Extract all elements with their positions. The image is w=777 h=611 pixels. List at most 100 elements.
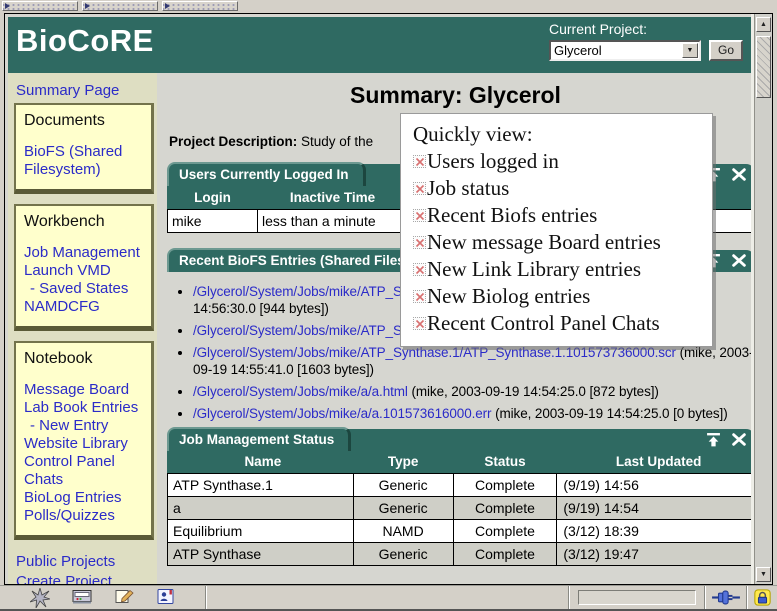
job-updated-cell: (3/12) 18:39 — [557, 520, 754, 543]
project-select[interactable]: Glycerol ▼ — [549, 40, 701, 61]
sidebar-item-polls-quizzes[interactable]: Polls/Quizzes — [24, 507, 147, 525]
addressbook-icon[interactable] — [156, 588, 176, 608]
quickly-view-popup: Quickly view: Users logged in Job status… — [400, 113, 713, 347]
notebook-heading: Notebook — [24, 350, 147, 368]
page-title: Summary: Glycerol — [157, 82, 754, 109]
scroll-up-arrow-icon[interactable]: ▲ — [756, 17, 771, 32]
sidebar-item-public-projects[interactable]: Public Projects — [16, 552, 157, 572]
security-lock-icon[interactable] — [748, 589, 777, 606]
sidebar-item-lab-book-entries[interactable]: Lab Book Entries — [24, 399, 147, 417]
jobs-col-name: Name — [168, 451, 354, 474]
sidebar-item-website-library[interactable]: Website Library — [24, 435, 147, 453]
biofs-file-link[interactable]: /Glycerol/System/Jobs/mike/a/a.html — [193, 384, 408, 399]
popup-item-label: New Link Library entries — [427, 256, 641, 283]
popup-item-recent-control-panel-chats: Recent Control Panel Chats — [413, 310, 704, 337]
go-button[interactable]: Go — [709, 40, 743, 61]
job-status-cell: Complete — [453, 543, 557, 566]
jobs-col-status: Status — [453, 451, 557, 474]
close-panel-icon[interactable] — [732, 168, 746, 187]
job-type-cell: NAMD — [353, 520, 453, 543]
scrollbar-thumb[interactable] — [756, 36, 771, 98]
project-description-text: Study of the — [297, 134, 373, 149]
job-name-cell: a — [168, 497, 354, 520]
sidebar-item-launch-vmd[interactable]: Launch VMD — [24, 262, 147, 280]
checkbox-checked-icon[interactable] — [413, 182, 426, 195]
sidebar-item-control-panel-chats[interactable]: Control Panel Chats — [24, 453, 147, 489]
job-status-cell: Complete — [453, 520, 557, 543]
composer-icon[interactable] — [114, 588, 134, 608]
checkbox-checked-icon[interactable] — [413, 155, 426, 168]
component-bar — [0, 588, 205, 608]
sidebar-item-create-project[interactable]: Create Project — [16, 572, 157, 584]
users-panel-title: Users Currently Logged In — [167, 162, 366, 186]
expand-arrow-icon — [165, 3, 170, 9]
sidebar-item-summary-page[interactable]: Summary Page — [16, 82, 119, 99]
sidebar-item-biofs[interactable]: BioFS (Shared Filesystem) — [24, 143, 147, 179]
workbench-heading: Workbench — [24, 213, 147, 231]
job-name-cell: ATP Synthase — [168, 543, 354, 566]
jobs-panel-title: Job Management Status — [167, 427, 351, 451]
jobs-col-updated: Last Updated — [557, 451, 754, 474]
online-plug-icon[interactable] — [706, 590, 746, 605]
toolbar-grippy[interactable] — [2, 1, 78, 11]
sidebar-item-new-entry[interactable]: - New Entry — [24, 417, 147, 435]
popup-item-recent-biofs: Recent Biofs entries — [413, 202, 704, 229]
documents-heading: Documents — [24, 112, 147, 130]
app-title: BioCoRE — [16, 23, 154, 59]
toolbar-grippy[interactable] — [162, 1, 238, 11]
popup-item-label: Users logged in — [427, 148, 559, 175]
popup-item-label: Recent Biofs entries — [427, 202, 597, 229]
navigator-icon[interactable] — [30, 588, 50, 608]
checkbox-checked-icon[interactable] — [413, 290, 426, 303]
expand-arrow-icon — [85, 3, 90, 9]
close-panel-icon[interactable] — [732, 254, 746, 273]
job-name-cell: Equilibrium — [168, 520, 354, 543]
jobs-table: Name Type Status Last Updated ATP Syntha… — [167, 451, 754, 567]
current-project-area: Current Project: Glycerol ▼ Go — [549, 21, 745, 61]
checkbox-checked-icon[interactable] — [413, 263, 426, 276]
popup-item-label: New Biolog entries — [427, 283, 590, 310]
popup-item-job-status: Job status — [413, 175, 704, 202]
expand-arrow-icon — [5, 3, 10, 9]
statusbar-divider — [205, 586, 207, 609]
list-item: /Glycerol/System/Jobs/mike/a/a.101573616… — [193, 405, 754, 422]
dropdown-arrow-icon[interactable]: ▼ — [682, 43, 698, 58]
users-col-login: Login — [168, 186, 258, 209]
sidebar-item-namdcfg[interactable]: NAMDCFG — [24, 298, 147, 316]
job-status-cell: Complete — [453, 497, 557, 520]
sidebar-item-biolog-entries[interactable]: BioLog Entries — [24, 489, 147, 507]
job-type-cell: Generic — [353, 497, 453, 520]
sidebar: Summary Page Documents BioFS (Shared Fil… — [8, 73, 157, 584]
biofs-file-link[interactable]: /Glycerol/System/Jobs/mike/a/a.101573616… — [193, 406, 491, 421]
scroll-down-arrow-icon[interactable]: ▼ — [756, 567, 771, 582]
browser-status-bar — [0, 585, 777, 611]
checkbox-checked-icon[interactable] — [413, 317, 426, 330]
popup-item-new-message-board: New message Board entries — [413, 229, 704, 256]
mail-icon[interactable] — [72, 588, 92, 608]
sidebar-box-notebook: Notebook Message Board Lab Book Entries … — [14, 341, 154, 540]
job-updated-cell: (3/12) 19:47 — [557, 543, 754, 566]
popup-item-new-link-library: New Link Library entries — [413, 256, 704, 283]
checkbox-checked-icon[interactable] — [413, 209, 426, 222]
checkbox-checked-icon[interactable] — [413, 236, 426, 249]
toolbar-grippy[interactable] — [82, 1, 158, 11]
table-row: ATP Synthase.1 Generic Complete (9/19) 1… — [168, 474, 755, 497]
project-description-label: Project Description: — [169, 134, 297, 149]
job-updated-cell: (9/19) 14:56 — [557, 474, 754, 497]
job-status-cell: Complete — [453, 474, 557, 497]
table-row: ATP Synthase Generic Complete (3/12) 19:… — [168, 543, 755, 566]
sidebar-item-saved-states[interactable]: - Saved States — [24, 280, 147, 298]
job-updated-cell: (9/19) 14:54 — [557, 497, 754, 520]
project-select-value: Glycerol — [551, 43, 682, 58]
progress-bar — [578, 590, 696, 605]
popup-item-users-logged-in: Users logged in — [413, 148, 704, 175]
collapse-panel-icon[interactable] — [706, 433, 721, 452]
jobs-col-type: Type — [353, 451, 453, 474]
jobs-panel-bar: Job Management Status — [167, 429, 754, 451]
jobs-panel: Job Management Status Name Type Status L… — [167, 429, 754, 567]
sidebar-item-message-board[interactable]: Message Board — [24, 381, 147, 399]
close-panel-icon[interactable] — [732, 433, 746, 452]
vertical-scrollbar[interactable]: ▲ ▼ — [754, 14, 772, 584]
user-inactive-cell: less than a minute — [258, 209, 408, 232]
sidebar-item-job-management[interactable]: Job Management — [24, 244, 147, 262]
